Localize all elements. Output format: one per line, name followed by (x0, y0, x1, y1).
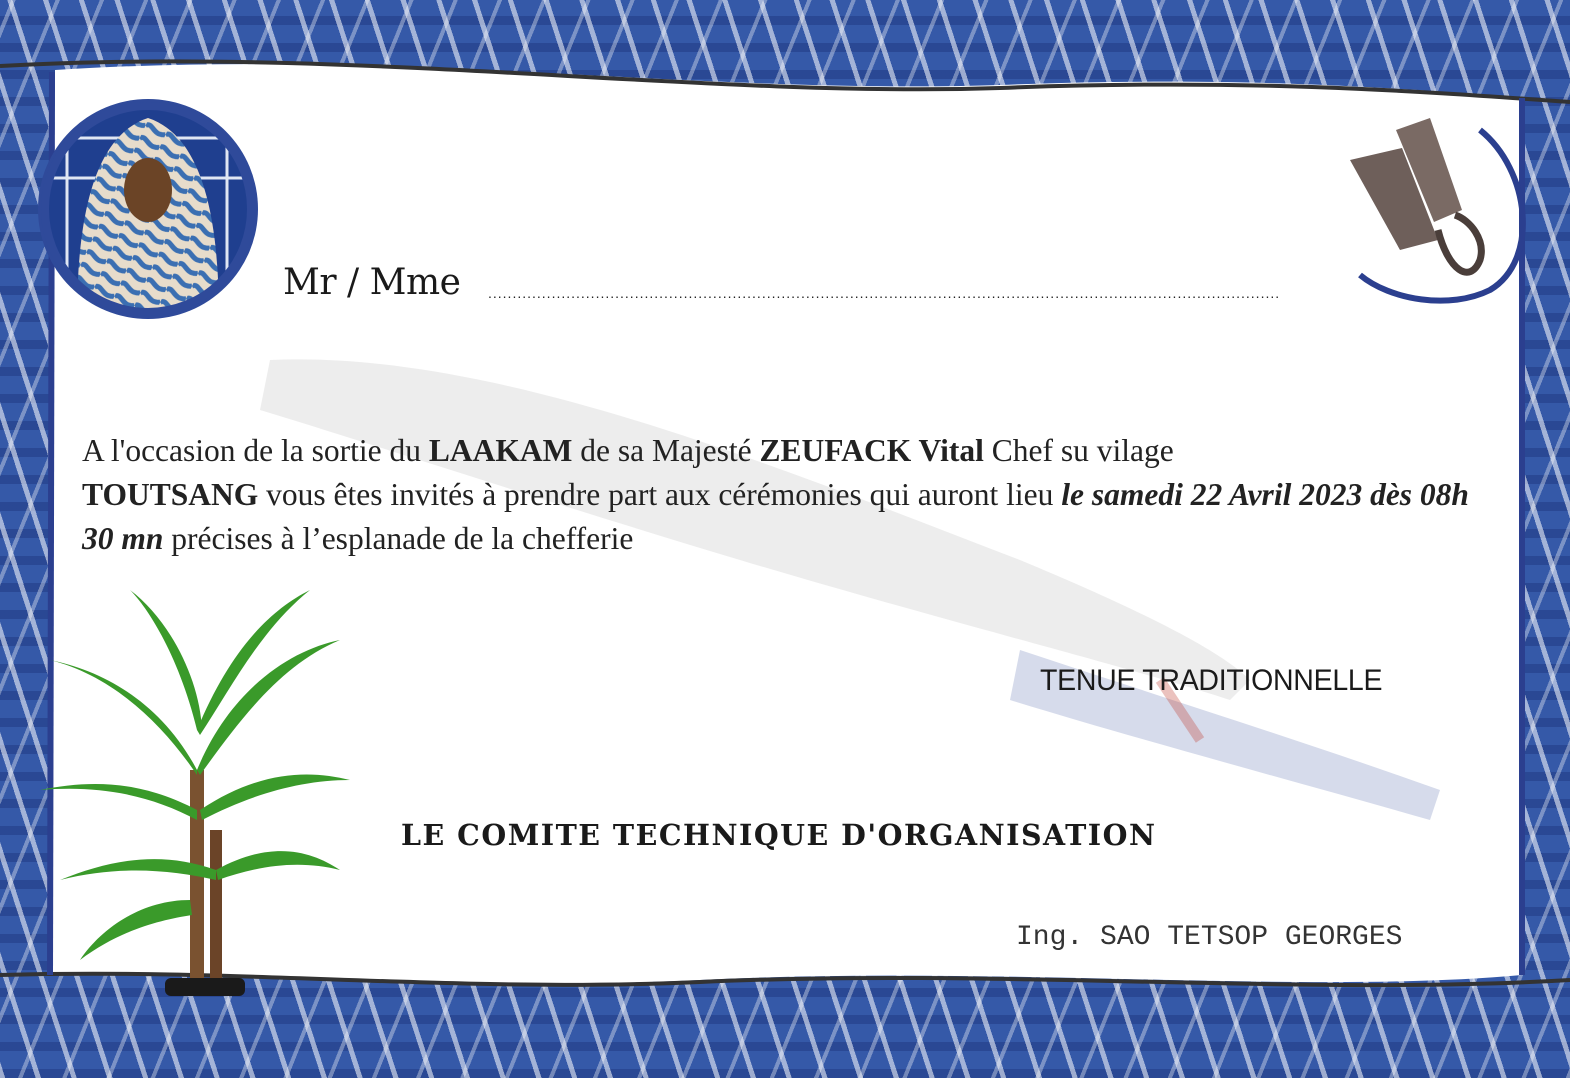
double-iron-bell-icon (1350, 118, 1526, 304)
dracaena-plant (40, 590, 350, 996)
chief-name: ZEUFACK Vital (759, 433, 984, 468)
body-text-part: Chef su vilage (983, 433, 1174, 468)
signatory-name: Ing. SAO TETSOP GEORGES (1016, 922, 1403, 953)
ceremonial-whisk-watermark (260, 359, 1440, 820)
salutation-label: Mr / Mme (283, 262, 461, 303)
village-name: TOUTSANG (82, 477, 259, 512)
event-name: LAAKAM (428, 433, 573, 468)
chief-portrait (38, 99, 258, 319)
guest-name-blank-line: ........................................… (488, 285, 1281, 301)
body-text-part: précises à l’esplanade de la chefferie (163, 521, 634, 556)
invitation-body: A l'occasion de la sortie du LAAKAM de s… (82, 429, 1492, 561)
dress-code: TENUE TRADITIONNELLE (1040, 664, 1383, 697)
organizing-committee: LE COMITE TECHNIQUE D'ORGANISATION (401, 818, 1157, 852)
body-text-part: vous êtes invités à prendre part aux cér… (258, 477, 1062, 512)
body-text-part: de sa Majesté (572, 433, 760, 468)
body-text-part: A l'occasion de la sortie du (82, 433, 429, 468)
